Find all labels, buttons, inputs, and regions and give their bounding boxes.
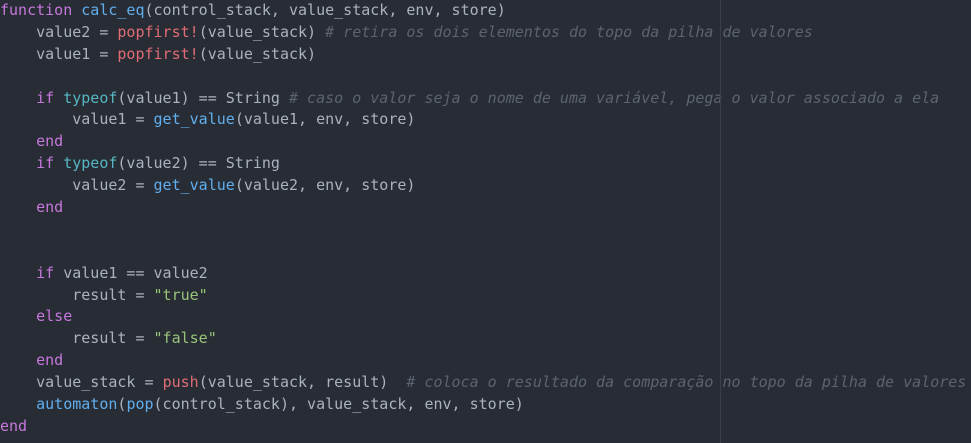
code-token: # caso o valor seja o nome de uma variáv… bbox=[289, 88, 940, 107]
code-token: function bbox=[0, 1, 73, 19]
code-token: end bbox=[36, 351, 64, 370]
code-token: result = bbox=[0, 329, 154, 348]
code-token: "false" bbox=[153, 329, 217, 348]
code-line[interactable] bbox=[0, 219, 971, 241]
code-token: push bbox=[162, 373, 199, 392]
code-token: (control_stack, value_stack, env, store) bbox=[144, 1, 506, 19]
code-token: typeof bbox=[63, 88, 118, 107]
code-line[interactable] bbox=[0, 66, 971, 88]
code-token: (value_stack, result) bbox=[198, 373, 407, 392]
code-token: value_stack = bbox=[0, 373, 163, 392]
code-token: pop bbox=[126, 395, 154, 414]
code-token: "true" bbox=[153, 285, 208, 304]
code-token: # retira os dois elementos do topo da pi… bbox=[325, 22, 813, 41]
code-line[interactable]: automaton(pop(control_stack), value_stac… bbox=[0, 394, 971, 416]
code-line[interactable] bbox=[0, 241, 971, 263]
code-token: automaton bbox=[36, 395, 118, 414]
code-token: if bbox=[36, 88, 55, 107]
code-token: value2 = bbox=[0, 22, 118, 41]
wrap-guide bbox=[720, 0, 721, 443]
code-token: result = bbox=[0, 285, 154, 304]
code-line[interactable]: end bbox=[0, 131, 971, 153]
code-token: (value2) == String bbox=[117, 154, 280, 173]
code-content[interactable]: function calc_eq(control_stack, value_st… bbox=[0, 0, 971, 438]
code-line[interactable]: value2 = get_value(value2, env, store) bbox=[0, 175, 971, 197]
code-token: (value2, env, store) bbox=[234, 176, 416, 195]
code-line[interactable]: function calc_eq(control_stack, value_st… bbox=[0, 0, 971, 22]
code-token: (control_stack), value_stack, env, store… bbox=[153, 395, 524, 414]
code-token: value2 = bbox=[0, 176, 154, 195]
code-line[interactable]: result = "true" bbox=[0, 285, 971, 307]
code-token: end bbox=[36, 132, 64, 151]
code-editor[interactable]: function calc_eq(control_stack, value_st… bbox=[0, 0, 971, 443]
code-line[interactable]: if value1 == value2 bbox=[0, 263, 971, 285]
code-token: (value1, env, store) bbox=[234, 110, 416, 129]
code-line[interactable]: end bbox=[0, 350, 971, 372]
code-line[interactable]: value1 = popfirst!(value_stack) bbox=[0, 44, 971, 66]
code-token: get_value bbox=[153, 176, 235, 195]
code-token: if bbox=[36, 263, 55, 282]
code-line[interactable]: if typeof(value2) == String bbox=[0, 153, 971, 175]
code-line[interactable]: value1 = get_value(value1, env, store) bbox=[0, 109, 971, 131]
code-line[interactable]: value_stack = push(value_stack, result) … bbox=[0, 372, 971, 394]
code-line[interactable]: else bbox=[0, 306, 971, 328]
code-token: calc_eq bbox=[81, 1, 145, 19]
code-token: else bbox=[36, 307, 73, 326]
code-token: (value_stack) bbox=[198, 22, 326, 41]
code-line[interactable]: result = "false" bbox=[0, 328, 971, 350]
code-line[interactable]: if typeof(value1) == String # caso o val… bbox=[0, 88, 971, 110]
code-token: end bbox=[36, 198, 64, 217]
code-line[interactable]: end bbox=[0, 416, 971, 438]
code-token: (value_stack) bbox=[198, 44, 317, 63]
code-line[interactable]: value2 = popfirst!(value_stack) # retira… bbox=[0, 22, 971, 44]
code-token: typeof bbox=[63, 154, 118, 173]
code-token: value1 = bbox=[0, 110, 154, 129]
code-token: value1 == value2 bbox=[54, 263, 208, 282]
code-token: if bbox=[36, 154, 55, 173]
code-token: end bbox=[0, 416, 28, 435]
code-token: popfirst! bbox=[117, 44, 199, 63]
code-token: get_value bbox=[153, 110, 235, 129]
code-token: popfirst! bbox=[117, 22, 199, 41]
code-token: # coloca o resultado da comparação no to… bbox=[406, 373, 967, 392]
code-token: (value1) == String bbox=[117, 88, 289, 107]
code-token: value1 = bbox=[0, 44, 118, 63]
code-line[interactable]: end bbox=[0, 197, 971, 219]
